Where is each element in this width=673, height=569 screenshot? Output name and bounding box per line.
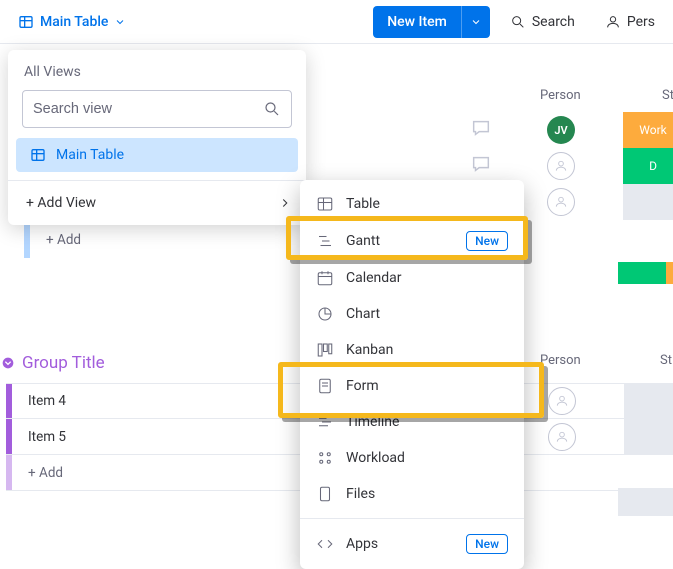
submenu-item-apps[interactable]: Apps New	[300, 525, 524, 563]
search-label: Search	[532, 14, 575, 30]
column-header-person: Person	[540, 353, 581, 368]
form-icon	[316, 377, 334, 395]
submenu-item-table[interactable]: Table	[300, 186, 524, 222]
add-view-submenu: Table Gantt New Calendar Chart Kanban Fo…	[300, 180, 524, 569]
files-icon	[316, 485, 334, 503]
item-name[interactable]: Item 4	[28, 393, 66, 409]
workload-icon	[316, 449, 334, 467]
column-header-status: St	[662, 88, 673, 103]
submenu-item-timeline[interactable]: Timeline	[300, 404, 524, 440]
submenu-label: Chart	[346, 306, 380, 322]
status-cell[interactable]	[624, 419, 673, 455]
table-icon	[316, 195, 334, 213]
avatar[interactable]	[548, 387, 576, 415]
item-name[interactable]: Item 5	[28, 429, 66, 445]
current-view-label: Main Table	[40, 14, 108, 30]
status-cell[interactable]	[623, 184, 673, 220]
submenu-label: Apps	[346, 536, 378, 552]
view-item-label: Main Table	[56, 147, 124, 163]
add-view-label: + Add View	[26, 195, 96, 211]
table-icon	[18, 14, 34, 30]
new-item-button[interactable]: New Item	[373, 6, 490, 38]
submenu-item-form[interactable]: Form	[300, 368, 524, 404]
submenu-label: Calendar	[346, 270, 402, 286]
status-cell[interactable]	[624, 383, 673, 419]
person-filter-button[interactable]: Pers	[595, 8, 665, 36]
avatar[interactable]: JV	[547, 116, 575, 144]
person-icon	[605, 14, 621, 30]
submenu-item-files[interactable]: Files	[300, 476, 524, 512]
gantt-icon	[316, 232, 334, 250]
current-view-button[interactable]: Main Table	[8, 8, 136, 36]
chevron-down-icon	[470, 16, 482, 28]
submenu-label: Workload	[346, 450, 405, 466]
search-button[interactable]: Search	[500, 8, 585, 36]
new-badge: New	[466, 534, 508, 554]
search-view-field[interactable]	[33, 101, 255, 117]
submenu-label: Table	[346, 196, 380, 212]
submenu-label: Form	[346, 378, 379, 394]
view-item-main-table[interactable]: Main Table	[16, 138, 298, 172]
table-icon	[30, 147, 46, 163]
person-filter-label: Pers	[627, 14, 655, 30]
chevron-right-icon	[278, 196, 292, 210]
calendar-icon	[316, 269, 334, 287]
all-views-header: All Views	[8, 60, 306, 90]
search-view-input[interactable]	[22, 90, 292, 128]
group-title[interactable]: Group Title	[22, 353, 105, 373]
search-icon	[263, 100, 281, 118]
timeline-icon	[316, 413, 334, 431]
submenu-item-workload[interactable]: Workload	[300, 440, 524, 476]
chevron-down-icon	[0, 355, 16, 371]
kanban-icon	[316, 341, 334, 359]
submenu-item-calendar[interactable]: Calendar	[300, 260, 524, 296]
submenu-label: Timeline	[346, 414, 399, 430]
add-item-row[interactable]: + Add	[24, 222, 81, 258]
submenu-item-chart[interactable]: Chart	[300, 296, 524, 332]
status-summary	[618, 488, 673, 516]
chart-icon	[316, 305, 334, 323]
add-item-label: + Add	[46, 232, 81, 248]
new-badge: New	[466, 231, 508, 251]
submenu-label: Files	[346, 486, 375, 502]
status-cell[interactable]: D	[623, 148, 673, 184]
new-item-label[interactable]: New Item	[373, 6, 462, 38]
column-header-person: Person	[540, 88, 581, 103]
views-dropdown: All Views Main Table + Add View	[8, 50, 306, 225]
submenu-label: Kanban	[346, 342, 393, 358]
avatar[interactable]	[548, 423, 576, 451]
avatar[interactable]	[547, 188, 575, 216]
submenu-item-gantt[interactable]: Gantt New	[300, 222, 524, 260]
avatar[interactable]	[547, 152, 575, 180]
submenu-item-kanban[interactable]: Kanban	[300, 332, 524, 368]
new-item-dropdown[interactable]	[462, 6, 490, 38]
chat-icon[interactable]	[470, 117, 492, 143]
status-summary	[618, 262, 673, 284]
status-cell[interactable]: Work	[623, 112, 673, 148]
chat-icon[interactable]	[470, 153, 492, 179]
code-icon	[316, 535, 334, 553]
add-item-label: + Add	[28, 465, 63, 481]
add-view-button[interactable]: + Add View	[8, 180, 306, 225]
submenu-label: Gantt	[346, 233, 380, 249]
search-icon	[510, 14, 526, 30]
chevron-down-icon	[114, 16, 126, 28]
column-header-status: St	[660, 353, 672, 368]
